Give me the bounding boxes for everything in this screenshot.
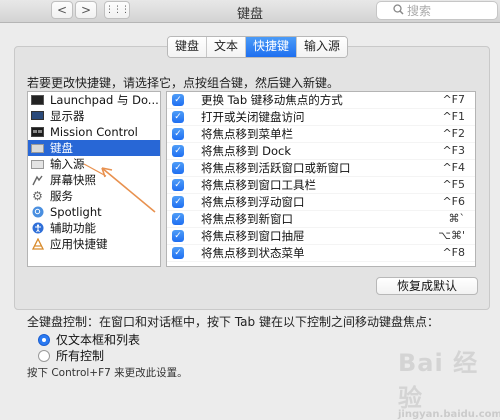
shortcut-checkbox[interactable]: ✓ [172,230,184,242]
shortcut-checkbox[interactable]: ✓ [172,247,184,259]
shortcut-checkbox[interactable]: ✓ [172,179,184,191]
shortcut-key[interactable]: ^F7 [442,93,465,106]
restore-defaults-button[interactable]: 恢复成默认 [376,277,478,295]
shortcut-label: 更换 Tab 键移动焦点的方式 [201,93,343,107]
radio-all-controls[interactable]: 所有控制 [38,347,104,364]
category-item-input-source[interactable]: 输入源 [28,156,160,172]
shortcut-key[interactable]: ^F8 [442,246,465,259]
category-list[interactable]: Launchpad 与 Do... 显示器 Mission Control 键盘… [27,91,161,267]
shortcut-row[interactable]: ✓ 打开或关闭键盘访问 ^F1 [167,109,475,126]
shortcut-row[interactable]: ✓ 更换 Tab 键移动焦点的方式 ^F7 [167,92,475,109]
shortcut-label: 将焦点移到 Dock [201,144,292,158]
category-label: 输入源 [50,157,85,171]
shortcut-label: 将焦点移到新窗口 [201,212,293,226]
shortcut-key[interactable]: ^F2 [442,127,465,140]
spotlight-icon [31,206,44,218]
shortcut-row[interactable]: ✓ 将焦点移到状态菜单 ^F8 [167,245,475,262]
radio-label: 所有控制 [56,349,105,363]
shortcut-label: 将焦点移到活跃窗口或新窗口 [201,161,351,175]
keyboard-icon [31,143,44,154]
footer-hint: 按下 Control+F7 来更改此设置。 [27,367,188,379]
shortcut-key[interactable]: ^F3 [442,144,465,157]
shortcut-row[interactable]: ✓ 将焦点移到菜单栏 ^F2 [167,126,475,143]
shortcut-label: 将焦点移到菜单栏 [201,127,293,141]
category-item-screenshot[interactable]: 屏幕快照 [28,172,160,188]
shortcut-row[interactable]: ✓ 将焦点移到窗口工具栏 ^F5 [167,177,475,194]
tab-shortcuts[interactable]: 快捷键 [246,37,298,57]
shortcut-row[interactable]: ✓ 将焦点移到窗口抽屉 ⌥⌘' [167,228,475,245]
search-field[interactable]: 搜索 [376,1,498,20]
radio-button-selected[interactable] [38,333,50,346]
shortcut-key[interactable]: ^F4 [442,161,465,174]
category-item-accessibility[interactable]: 辅助功能 [28,220,160,236]
search-icon [393,4,404,18]
tab-bar: 键盘 文本 快捷键 输入源 [167,36,349,58]
shortcut-label: 将焦点移到状态菜单 [201,246,305,260]
mission-control-icon [31,127,44,138]
shortcut-row[interactable]: ✓ 将焦点移到浮动窗口 ^F6 [167,194,475,211]
shortcut-key[interactable]: ^F6 [442,195,465,208]
radio-label: 仅文本框和列表 [56,333,141,347]
baidu-watermark: Bai 经验 jingyan.baidu.com [398,343,500,420]
radio-button[interactable] [38,349,50,362]
shortcut-checkbox[interactable]: ✓ [172,213,184,225]
shortcut-row[interactable]: ✓ 将焦点移到活跃窗口或新窗口 ^F4 [167,160,475,177]
shortcut-checkbox[interactable]: ✓ [172,196,184,208]
category-label: 屏幕快照 [50,173,96,187]
watermark-text: Bai 经验 [398,349,479,412]
accessibility-icon [31,222,44,234]
category-label: 显示器 [50,109,85,123]
input-source-icon [31,159,44,170]
shortcut-key[interactable]: ⌘` [449,212,466,225]
shortcut-key[interactable]: ^F5 [442,178,465,191]
category-item-launchpad[interactable]: Launchpad 与 Do... [28,92,160,108]
tab-keyboard[interactable]: 键盘 [168,37,208,57]
shortcut-label: 将焦点移到窗口抽屉 [201,229,305,243]
gear-icon: ⚙ [32,189,43,203]
category-item-spotlight[interactable]: Spotlight [28,204,160,220]
category-label: 辅助功能 [50,221,96,235]
category-item-mission-control[interactable]: Mission Control [28,124,160,140]
shortcut-label: 打开或关闭键盘访问 [201,110,305,124]
shortcut-row[interactable]: ✓ 将焦点移到新窗口 ⌘` [167,211,475,228]
category-item-keyboard[interactable]: 键盘 [28,140,160,156]
category-label: Mission Control [50,125,138,139]
shortcut-label: 将焦点移到浮动窗口 [201,195,305,209]
instruction-text: 若要更改快捷键，请选择它，点按组合键，然后键入新键。 [27,76,340,90]
category-label: Launchpad 与 Do... [50,93,159,107]
screenshot-icon [31,175,44,186]
radio-text-boxes-lists[interactable]: 仅文本框和列表 [38,331,140,348]
tab-text[interactable]: 文本 [207,37,247,57]
full-keyboard-label: 全键盘控制：在窗口和对话框中，按下 Tab 键在以下控制之间移动键盘焦点： [27,315,439,329]
search-placeholder: 搜索 [407,4,432,18]
category-label: 服务 [50,189,73,203]
tab-input-sources[interactable]: 输入源 [297,37,348,57]
shortcut-row[interactable]: ✓ 将焦点移到 Dock ^F3 [167,143,475,160]
category-label: 应用快捷键 [50,237,108,251]
category-item-services[interactable]: ⚙ 服务 [28,188,160,204]
category-label: 键盘 [50,141,73,155]
shortcut-checkbox[interactable]: ✓ [172,94,184,106]
title-bar: < > ⋮⋮⋮ 键盘 搜索 [0,0,500,23]
shortcut-label: 将焦点移到窗口工具栏 [201,178,316,192]
category-item-display[interactable]: 显示器 [28,108,160,124]
category-label: Spotlight [50,205,102,219]
shortcut-key[interactable]: ⌥⌘' [438,229,465,242]
category-item-app-shortcuts[interactable]: 应用快捷键 [28,236,160,252]
display-icon [31,111,44,122]
shortcut-checkbox[interactable]: ✓ [172,111,184,123]
app-shortcuts-icon [31,238,44,250]
shortcut-key[interactable]: ^F1 [442,110,465,123]
launchpad-icon [31,95,44,106]
shortcut-list[interactable]: ✓ 更换 Tab 键移动焦点的方式 ^F7 ✓ 打开或关闭键盘访问 ^F1 ✓ 将焦点移到… [166,91,476,267]
shortcut-checkbox[interactable]: ✓ [172,145,184,157]
shortcut-checkbox[interactable]: ✓ [172,162,184,174]
shortcut-checkbox[interactable]: ✓ [172,128,184,140]
watermark-sub: jingyan.baidu.com [398,409,500,420]
